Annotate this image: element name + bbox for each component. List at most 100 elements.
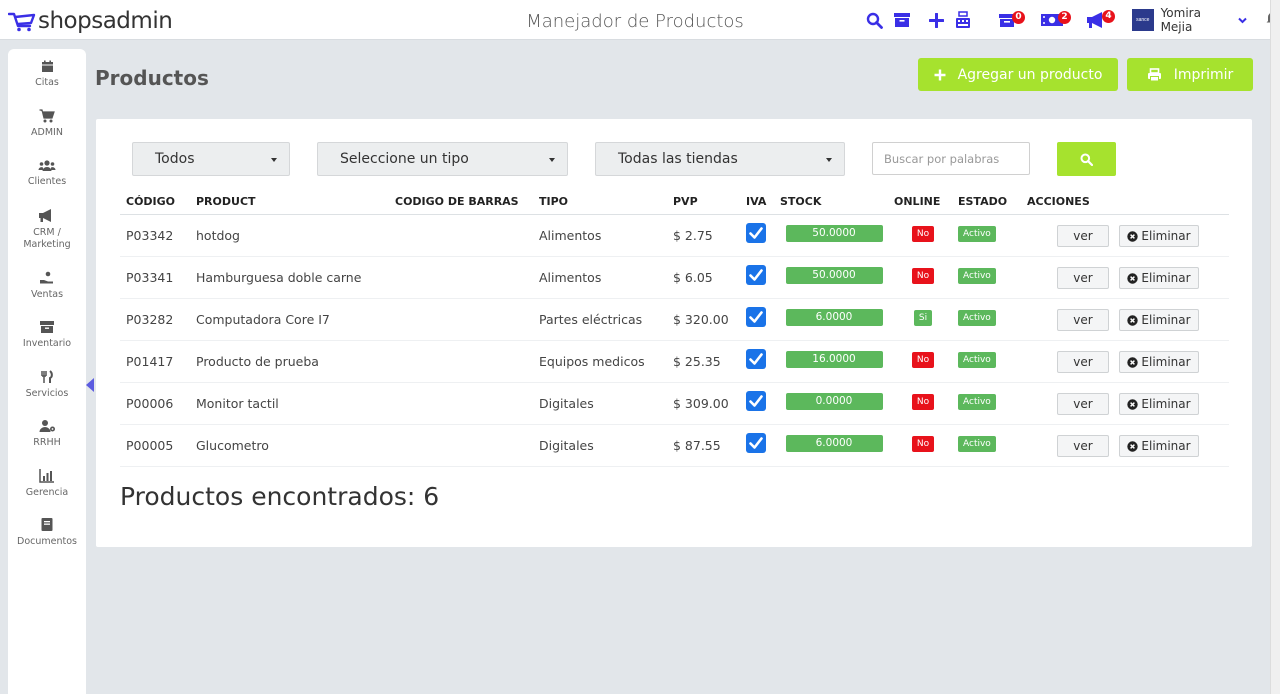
tickets-badge: 2 — [1058, 11, 1071, 24]
cell-online: No — [888, 424, 952, 467]
sidebar-item-ventas[interactable]: Ventas — [8, 271, 86, 301]
avatar[interactable]: sance — [1132, 9, 1154, 31]
iva-checkbox[interactable] — [746, 433, 766, 453]
delete-button[interactable]: Eliminar — [1119, 267, 1199, 289]
alerts-box-icon[interactable]: 0 — [998, 11, 1025, 28]
col-iva[interactable]: IVA — [740, 189, 774, 215]
delete-button[interactable]: Eliminar — [1119, 435, 1199, 457]
view-button[interactable]: ver — [1057, 267, 1109, 289]
sidebar-item-crm[interactable]: CRM / Marketing — [8, 208, 86, 251]
delete-button[interactable]: Eliminar — [1119, 309, 1199, 331]
sidebar-item-label: CRM / Marketing — [23, 227, 71, 250]
search-icon[interactable] — [866, 12, 883, 29]
sidebar-item-documentos[interactable]: Documentos — [8, 517, 86, 548]
iva-checkbox[interactable] — [746, 223, 766, 243]
col-stock[interactable]: STOCK — [774, 189, 888, 215]
users-icon — [38, 160, 56, 171]
user-name[interactable]: Yomira Mejia — [1161, 6, 1235, 34]
print-label: Imprimir — [1173, 66, 1234, 83]
cell-status: Activo — [952, 340, 1021, 383]
store-select[interactable]: Todas las tiendas — [595, 142, 845, 176]
search-button[interactable] — [1057, 142, 1116, 176]
delete-button[interactable]: Eliminar — [1119, 351, 1199, 373]
sidebar-item-rrhh[interactable]: RRHH — [8, 419, 86, 449]
col-type[interactable]: TIPO — [533, 189, 667, 215]
cell-online: No — [888, 256, 952, 299]
sidebar-item-clientes[interactable]: Clientes — [8, 159, 86, 188]
cell-online: No — [888, 382, 952, 425]
chevron-down-icon[interactable] — [1238, 11, 1247, 29]
sidebar-item-citas[interactable]: Citas — [8, 60, 86, 89]
cell-code: P00005 — [120, 424, 190, 467]
cell-price: $ 6.05 — [667, 256, 740, 299]
cell-barcode — [389, 298, 533, 341]
iva-checkbox[interactable] — [746, 307, 766, 327]
cell-actions: ver Eliminar — [1021, 298, 1229, 341]
col-barcode[interactable]: CODIGO DE BARRAS — [389, 189, 533, 215]
ticket-icon[interactable]: 2 — [1040, 11, 1071, 28]
cell-barcode — [389, 382, 533, 425]
status-badge: Activo — [958, 436, 996, 452]
cell-barcode — [389, 424, 533, 467]
cell-iva — [740, 214, 774, 257]
hand-money-icon — [40, 271, 53, 284]
cell-product: hotdog — [190, 214, 389, 257]
status-badge: Activo — [958, 352, 996, 368]
iva-checkbox[interactable] — [746, 391, 766, 411]
cell-price: $ 87.55 — [667, 424, 740, 467]
iva-checkbox[interactable] — [746, 349, 766, 369]
cell-barcode — [389, 340, 533, 383]
table-row: P03341 Hamburguesa doble carne Alimentos $ … — [120, 256, 1229, 299]
col-actions: ACCIONES — [1021, 189, 1229, 215]
view-button[interactable]: ver — [1057, 393, 1109, 415]
megaphone-icon[interactable]: 4 — [1086, 10, 1115, 29]
category-select[interactable]: Todos — [132, 142, 290, 176]
delete-label: Eliminar — [1141, 397, 1191, 411]
status-badge: Activo — [958, 226, 996, 242]
sidebar-item-inventario[interactable]: Inventario — [8, 320, 86, 350]
view-button[interactable]: ver — [1057, 351, 1109, 373]
megaphone-icon — [39, 209, 51, 222]
calendar-icon — [41, 60, 53, 72]
delete-label: Eliminar — [1141, 439, 1191, 453]
stock-badge: 6.0000 — [785, 309, 883, 326]
type-select[interactable]: Seleccione un tipo — [317, 142, 568, 176]
sidebar-item-admin[interactable]: ADMIN — [8, 109, 86, 139]
view-button[interactable]: ver — [1057, 309, 1109, 331]
cell-iva — [740, 256, 774, 299]
cell-online: Si — [888, 298, 952, 341]
caret-down-icon — [549, 158, 555, 162]
caret-down-icon — [271, 158, 277, 162]
delete-label: Eliminar — [1141, 313, 1191, 327]
add-product-button[interactable]: Agregar un producto — [918, 58, 1118, 91]
table-row: P00006 Monitor tactil Digitales $ 309.00 0.0… — [120, 382, 1229, 425]
cash-register-icon[interactable] — [954, 11, 972, 29]
view-button[interactable]: ver — [1057, 435, 1109, 457]
col-product[interactable]: PRODUCT — [190, 189, 389, 215]
category-select-value: Todos — [155, 151, 195, 167]
col-online[interactable]: ONLINE — [888, 189, 952, 215]
logo[interactable]: shopsadmin — [8, 8, 173, 34]
cell-price: $ 2.75 — [667, 214, 740, 257]
col-price[interactable]: PVP — [667, 189, 740, 215]
sidebar-item-label: Documentos — [17, 536, 77, 547]
top-actions: 0 2 4 sance Yomira Mejia — [866, 6, 1280, 34]
plus-icon[interactable] — [929, 12, 944, 28]
scrollbar[interactable] — [1270, 0, 1280, 694]
delete-button[interactable]: Eliminar — [1119, 393, 1199, 415]
archive-icon[interactable] — [893, 12, 911, 28]
print-button[interactable]: Imprimir — [1127, 58, 1253, 91]
cell-product: Hamburguesa doble carne — [190, 256, 389, 299]
iva-checkbox[interactable] — [746, 265, 766, 285]
type-select-value: Seleccione un tipo — [340, 151, 469, 167]
cell-type: Alimentos — [533, 256, 667, 299]
delete-button[interactable]: Eliminar — [1119, 225, 1199, 247]
sidebar-item-gerencia[interactable]: Gerencia — [8, 468, 86, 499]
view-button[interactable]: ver — [1057, 225, 1109, 247]
sidebar-item-servicios[interactable]: Servicios — [8, 370, 86, 400]
col-code[interactable]: CÓDIGO — [120, 189, 190, 215]
search-input[interactable] — [872, 142, 1030, 175]
cell-actions: ver Eliminar — [1021, 382, 1229, 425]
times-circle-icon — [1127, 439, 1141, 453]
col-status[interactable]: ESTADO — [952, 189, 1021, 215]
